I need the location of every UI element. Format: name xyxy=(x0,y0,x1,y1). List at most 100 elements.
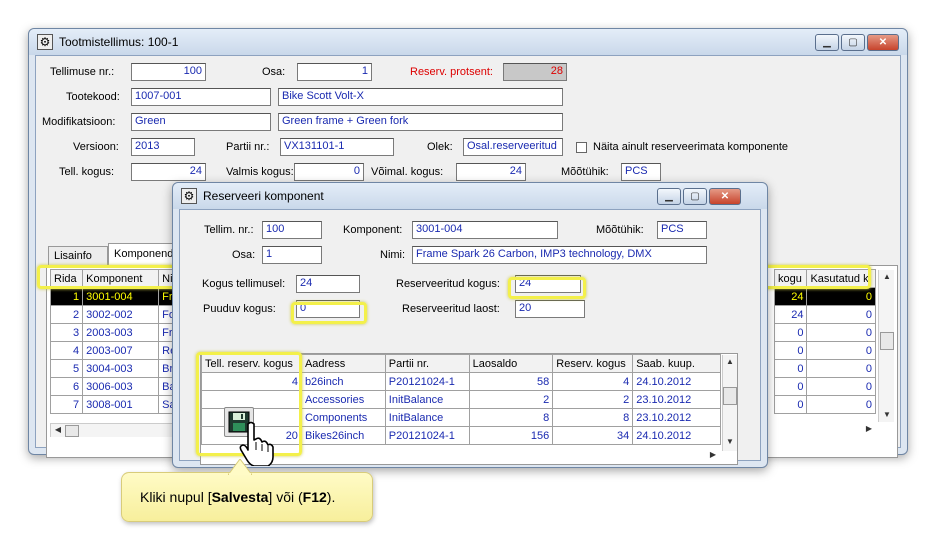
dlg-reserved-qty-label: Reserveeritud kogus: xyxy=(396,278,500,290)
col-partii[interactable]: Partii nr. xyxy=(384,354,470,373)
table-row[interactable]: 1 3001-004 Fr xyxy=(49,287,182,306)
dlg-order-no-field[interactable]: 100 xyxy=(262,221,322,239)
scroll-right-icon[interactable]: ▶ xyxy=(862,424,876,433)
kasutatud-cell: 0 xyxy=(806,323,876,342)
komponent-cell: 3006-003 xyxy=(82,377,160,396)
maximize-button[interactable]: ▢ xyxy=(683,188,707,205)
table-row[interactable]: 0 0 xyxy=(773,341,876,360)
close-button[interactable]: ✕ xyxy=(709,188,741,205)
scroll-right-icon[interactable]: ▶ xyxy=(706,450,720,459)
dlg-component-field[interactable]: 3001-004 xyxy=(412,221,558,239)
col-reserv-kogus[interactable]: Reserv. kogus xyxy=(552,354,634,373)
remaining-qty-field[interactable]: 24 xyxy=(456,163,526,181)
callout-middle: ] või ( xyxy=(268,489,303,505)
product-name-field[interactable]: Bike Scott Volt-X xyxy=(278,88,563,106)
scroll-thumb[interactable] xyxy=(880,332,894,350)
unit-field[interactable]: PCS xyxy=(621,163,661,181)
kuup-cell: 24.10.2012 xyxy=(632,372,721,391)
table-row[interactable]: 2 3002-002 Fo xyxy=(49,305,182,324)
reserv-cell: 2 xyxy=(552,390,634,409)
kasutatud-cell: 0 xyxy=(806,341,876,360)
dlg-qty-ordered-label: Kogus tellimusel: xyxy=(202,278,286,290)
minimize-button[interactable]: ▁ xyxy=(815,34,839,51)
finished-qty-field[interactable]: 0 xyxy=(294,163,364,181)
aadress-cell: Accessories xyxy=(300,390,386,409)
tab-lisainfo[interactable]: Lisainfo xyxy=(48,246,108,266)
komponent-cell: 3004-003 xyxy=(82,359,160,378)
col-laosaldo[interactable]: Laosaldo xyxy=(468,354,554,373)
components-grid: Rida Komponent Ni 1 3001-004 Fr 2 3002-0… xyxy=(49,269,182,414)
modification-desc-field[interactable]: Green frame + Green fork xyxy=(278,113,563,131)
scroll-down-icon[interactable]: ▼ xyxy=(880,410,894,419)
modification-field[interactable]: Green xyxy=(131,113,271,131)
rida-cell: 2 xyxy=(49,305,84,324)
order-qty-label: Tell. kogus: xyxy=(59,166,115,178)
komponent-cell: 2003-003 xyxy=(82,323,160,342)
table-row[interactable]: 5 3004-003 Br xyxy=(49,359,182,378)
scroll-down-icon[interactable]: ▼ xyxy=(723,437,737,446)
dlg-order-no-label: Tellim. nr.: xyxy=(204,224,254,236)
col-saab-kuup[interactable]: Saab. kuup. xyxy=(632,354,721,373)
dlg-unit-field[interactable]: PCS xyxy=(657,221,707,239)
rida-cell: 5 xyxy=(49,359,84,378)
product-code-field[interactable]: 1007-001 xyxy=(131,88,271,106)
scroll-up-icon[interactable]: ▲ xyxy=(880,272,894,281)
version-field[interactable]: 2013 xyxy=(131,138,195,156)
dlg-part-field[interactable]: 1 xyxy=(262,246,322,264)
hscroll-thumb[interactable] xyxy=(65,425,79,437)
main-grid-vscroll[interactable]: ▲ ▼ xyxy=(878,270,894,422)
main-titlebar[interactable]: ⚙ Tootmistellimus: 100-1 ▁ ▢ ✕ xyxy=(29,29,907,55)
table-row[interactable]: 24 0 xyxy=(773,305,876,324)
instruction-callout: Kliki nupul [Salvesta] või (F12). xyxy=(121,459,373,522)
table-row[interactable]: 24 0 xyxy=(773,287,876,306)
kasutatud-cell: 0 xyxy=(806,377,876,396)
partii-cell: P20121024-1 xyxy=(384,426,470,445)
aadress-cell: Bikes26inch xyxy=(300,426,386,445)
order-no-field[interactable]: 100 xyxy=(131,63,206,81)
finished-qty-label: Valmis kogus: xyxy=(226,166,294,178)
show-unreserved-label: Näita ainult reserveerimata komponente xyxy=(593,141,789,153)
table-row[interactable]: 0 0 xyxy=(773,323,876,342)
komponent-cell: 3001-004 xyxy=(82,287,160,306)
scroll-up-icon[interactable]: ▲ xyxy=(723,357,737,366)
callout-bold-key: F12 xyxy=(302,489,327,505)
col-aadress[interactable]: Aadress xyxy=(300,354,386,373)
dlg-reserved-stock-field[interactable]: 20 xyxy=(515,300,585,318)
version-label: Versioon: xyxy=(73,141,119,153)
partii-cell: InitBalance xyxy=(384,390,470,409)
product-code-label: Tootekood: xyxy=(66,91,120,103)
kuup-cell: 23.10.2012 xyxy=(632,408,721,427)
status-field[interactable]: Osal.reserveeritud xyxy=(463,138,563,156)
scroll-thumb[interactable] xyxy=(723,387,737,405)
dialog-titlebar[interactable]: ⚙ Reserveeri komponent ▁ ▢ ✕ xyxy=(173,183,767,209)
order-qty-field[interactable]: 24 xyxy=(131,163,206,181)
close-button[interactable]: ✕ xyxy=(867,34,899,51)
show-unreserved-checkbox[interactable] xyxy=(576,142,587,153)
minimize-button[interactable]: ▁ xyxy=(657,188,681,205)
dialog-title: Reserveeri komponent xyxy=(203,189,324,203)
komponent-cell: 3008-001 xyxy=(82,395,160,414)
rida-cell: 4 xyxy=(49,341,84,360)
table-row[interactable]: 6 3006-003 Ba xyxy=(49,377,182,396)
table-row[interactable]: 0 0 xyxy=(773,395,876,414)
dlg-qty-ordered-field[interactable]: 24 xyxy=(296,275,360,293)
part-label: Osa: xyxy=(262,66,286,78)
batch-no-field[interactable]: VX131101-1 xyxy=(280,138,394,156)
dlg-name-field[interactable]: Frame Spark 26 Carbon, IMP3 technology, … xyxy=(412,246,707,264)
stock-grid-vscroll[interactable]: ▲ ▼ xyxy=(722,355,737,451)
reserv-cell: 4 xyxy=(552,372,634,391)
kasutatud-cell: 0 xyxy=(806,359,876,378)
table-row[interactable]: 0 0 xyxy=(773,359,876,378)
part-field[interactable]: 1 xyxy=(297,63,372,81)
table-row[interactable]: 7 3008-001 Sa xyxy=(49,395,182,414)
table-row[interactable]: 0 0 xyxy=(773,377,876,396)
table-row[interactable]: 4 2003-007 Re xyxy=(49,341,182,360)
window-title: Tootmistellimus: 100-1 xyxy=(59,35,179,49)
table-row[interactable]: 3 2003-003 Fr xyxy=(49,323,182,342)
callout-pointer xyxy=(228,459,252,475)
rida-cell: 7 xyxy=(49,395,84,414)
dlg-component-label: Komponent: xyxy=(343,224,403,236)
scroll-left-icon[interactable]: ◀ xyxy=(51,425,65,434)
maximize-button[interactable]: ▢ xyxy=(841,34,865,51)
kasutatud-cell: 0 xyxy=(806,305,876,324)
